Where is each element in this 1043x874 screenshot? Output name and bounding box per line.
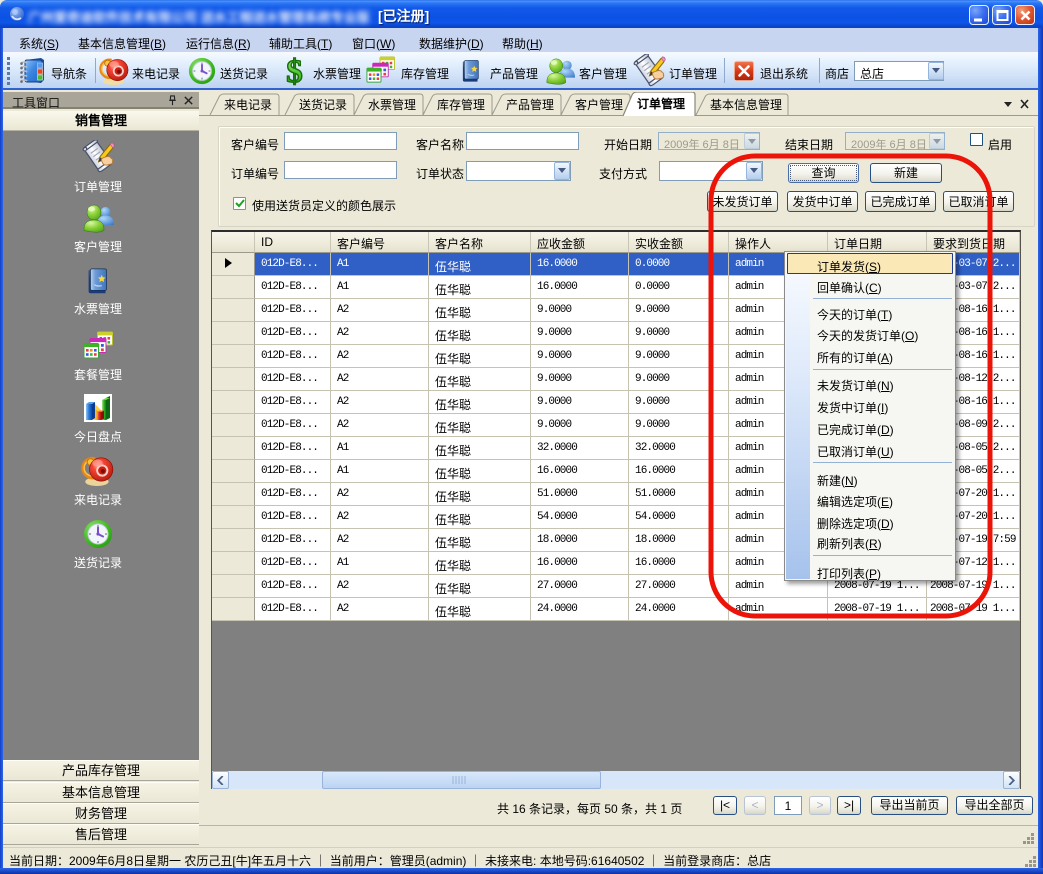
- svg-text:水票管理: 水票管理: [368, 97, 416, 112]
- svg-text:$: $: [286, 55, 302, 86]
- svg-text:订单管理: 订单管理: [637, 96, 685, 111]
- svg-text:产品管理: 产品管理: [506, 97, 554, 112]
- svg-text:客户管理: 客户管理: [575, 97, 623, 112]
- svg-text:库存管理: 库存管理: [437, 97, 485, 112]
- svg-text:来电记录: 来电记录: [224, 98, 272, 112]
- svg-text:送货记录: 送货记录: [299, 97, 347, 112]
- svg-text:基本信息管理: 基本信息管理: [710, 97, 782, 112]
